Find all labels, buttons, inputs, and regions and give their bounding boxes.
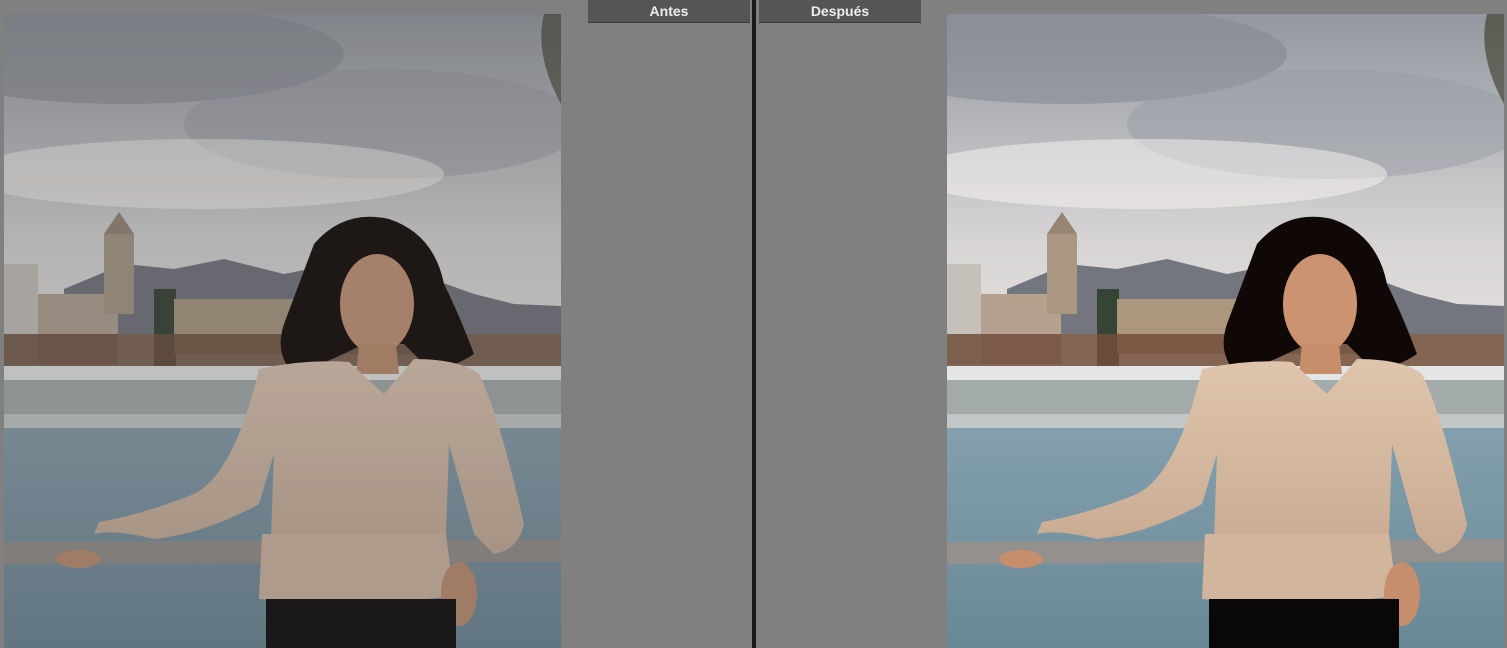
after-photo[interactable] <box>947 14 1504 648</box>
after-label: Después <box>759 0 921 23</box>
before-photo[interactable] <box>4 14 561 648</box>
after-photo-image <box>947 14 1504 648</box>
before-photo-image <box>4 14 561 648</box>
compare-divider[interactable] <box>752 0 756 648</box>
before-label: Antes <box>588 0 750 23</box>
